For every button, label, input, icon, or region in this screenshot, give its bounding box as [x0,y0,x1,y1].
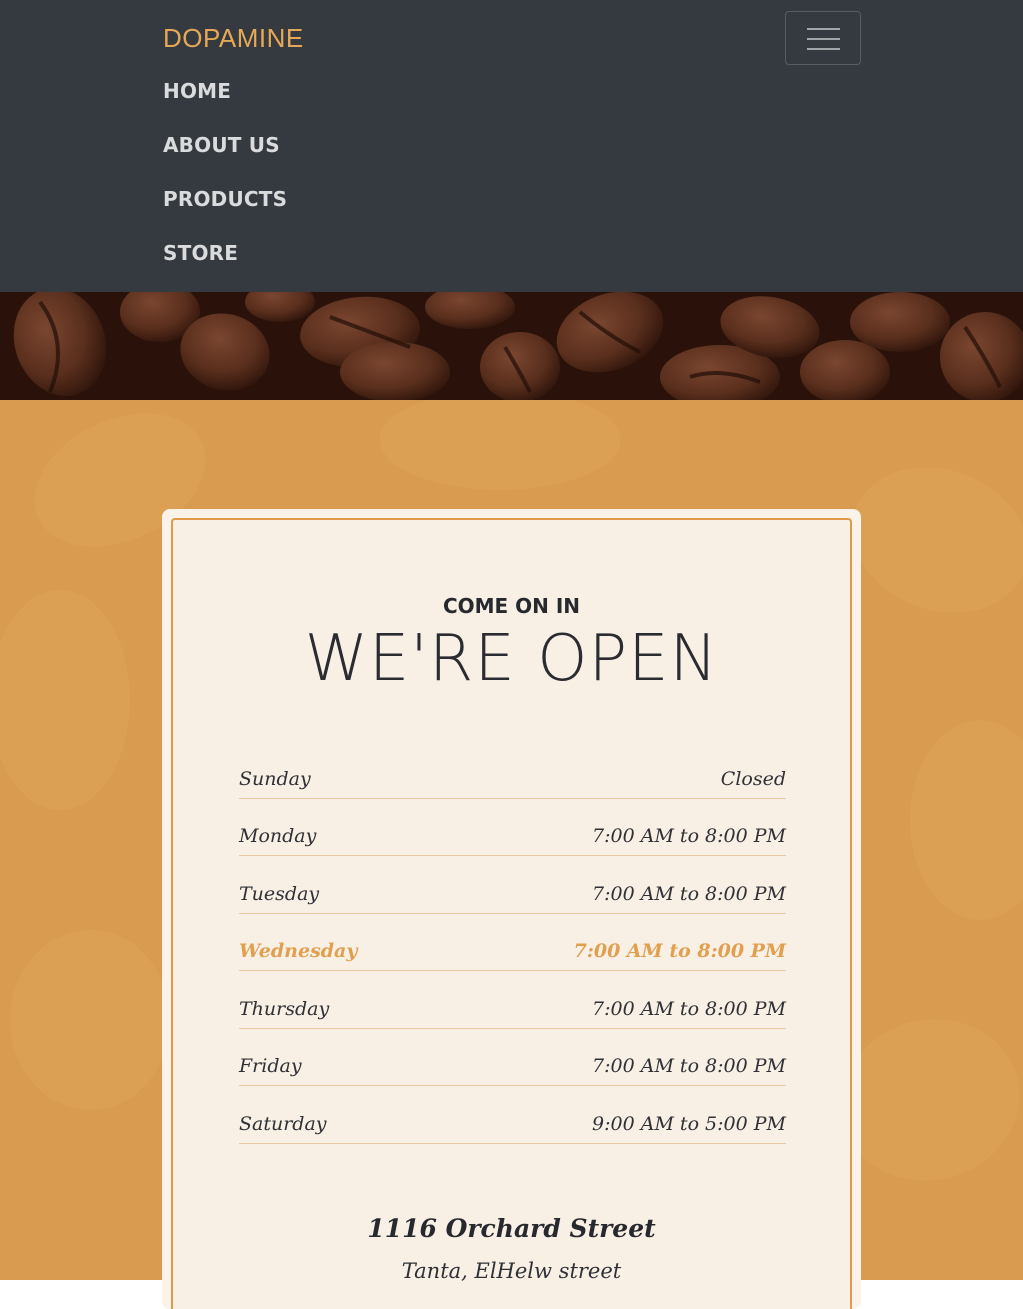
day-label: Tuesday [239,882,320,905]
opening-hours-card: COME ON IN WE'RE OPEN Sunday Closed Mond… [162,509,861,1309]
time-label: 7:00 AM to 8:00 PM [592,882,786,905]
navbar-toggle-button[interactable] [785,11,861,65]
hours-row-tuesday: Tuesday 7:00 AM to 8:00 PM [239,856,786,914]
opening-hours-card-inner: COME ON IN WE'RE OPEN Sunday Closed Mond… [171,518,852,1309]
nav-item-store[interactable]: STORE [163,234,287,288]
hours-row-thursday: Thursday 7:00 AM to 8:00 PM [239,971,786,1029]
day-label: Saturday [239,1113,327,1136]
nav-item-products[interactable]: PRODUCTS [163,180,287,234]
coffee-beans-banner [0,292,1023,400]
nav-menu: HOME ABOUT US PRODUCTS STORE [163,72,287,288]
hours-row-friday: Friday 7:00 AM to 8:00 PM [239,1029,786,1087]
time-label: Closed [720,767,786,790]
nav-item-about-us[interactable]: ABOUT US [163,126,287,180]
day-label: Monday [239,825,317,848]
hours-row-sunday: Sunday Closed [239,750,786,799]
day-label: Wednesday [239,940,358,963]
time-label: 7:00 AM to 8:00 PM [592,825,786,848]
nav-item-home[interactable]: HOME [163,72,287,126]
day-label: Friday [239,1055,302,1078]
hours-row-saturday: Saturday 9:00 AM to 5:00 PM [239,1086,786,1145]
time-label: 9:00 AM to 5:00 PM [592,1113,786,1136]
time-label: 7:00 AM to 8:00 PM [592,997,786,1020]
top-navbar: DOPAMINE HOME ABOUT US PRODUCTS STORE [0,0,1023,292]
hours-list: Sunday Closed Monday 7:00 AM to 8:00 PM … [239,750,786,1145]
time-label: 7:00 AM to 8:00 PM [592,1055,786,1078]
day-label: Thursday [239,997,330,1020]
brand-logo[interactable]: DOPAMINE [163,20,304,56]
hours-row-wednesday: Wednesday 7:00 AM to 8:00 PM [239,914,786,972]
address-street: 1116 Orchard Street [367,1214,656,1243]
section-eyebrow: COME ON IN [442,594,581,618]
address-city: Tanta, ElHelw street [401,1259,622,1283]
time-label: 7:00 AM to 8:00 PM [573,940,786,963]
coffee-beans-image [0,292,1023,400]
hours-row-monday: Monday 7:00 AM to 8:00 PM [239,799,786,857]
day-label: Sunday [239,767,311,790]
section-title: WE'RE OPEN [304,622,719,696]
